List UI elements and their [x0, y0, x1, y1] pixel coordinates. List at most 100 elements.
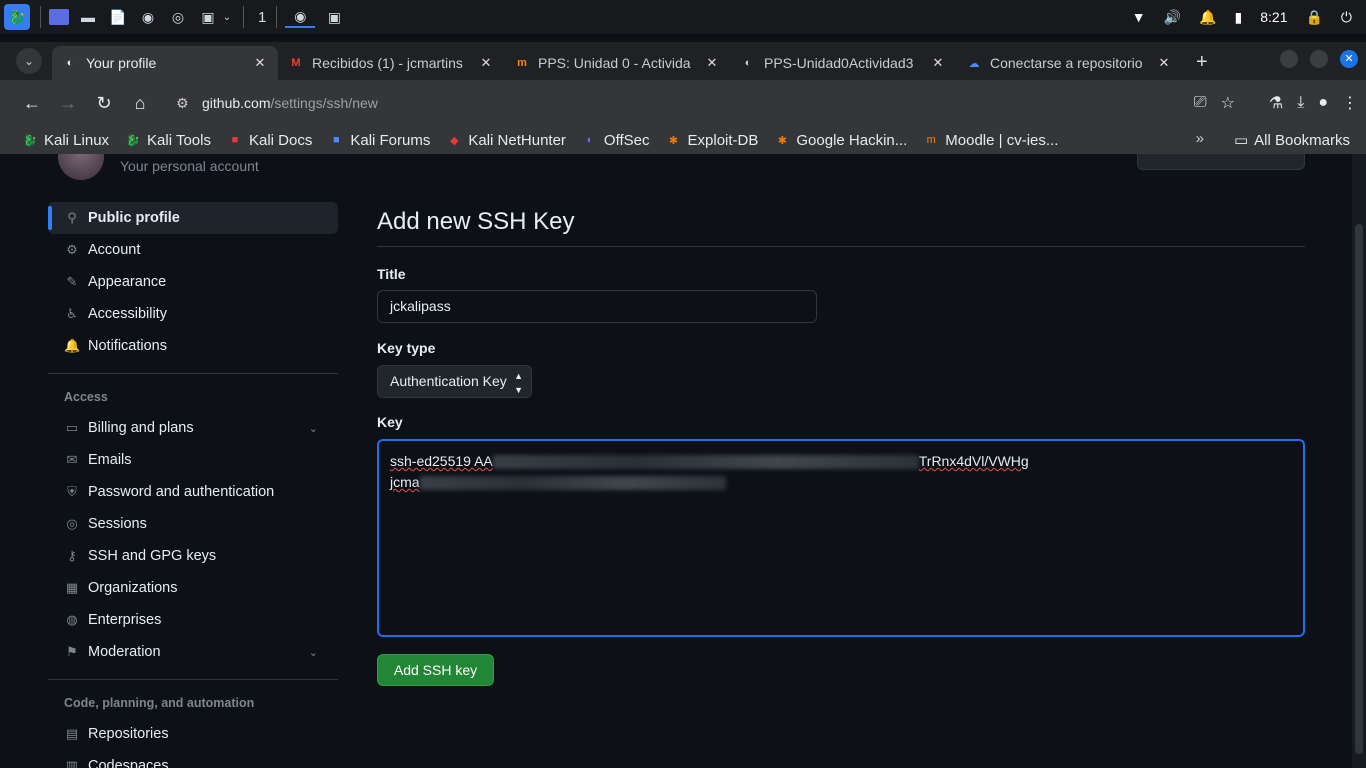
avatar[interactable] — [58, 154, 104, 180]
sidebar-item-account[interactable]: ⚙ Account — [48, 234, 338, 266]
kali-icon: 🐉 — [23, 134, 37, 147]
sidebar-heading-access: Access — [64, 390, 108, 404]
minimize-button[interactable] — [1280, 50, 1298, 68]
sidebar-item-organizations[interactable]: ▦ Organizations — [48, 572, 338, 604]
kali-menu-icon[interactable]: 🐉 — [4, 4, 30, 30]
clock[interactable]: 8:21 — [1260, 9, 1287, 25]
terminal-icon[interactable]: ▣ — [197, 6, 219, 28]
sidebar-item-accessibility[interactable]: ♿ Accessibility — [48, 298, 338, 330]
close-icon[interactable]: ✕ — [704, 55, 720, 71]
chevron-down-icon[interactable]: ⌄ — [309, 422, 318, 435]
bookmark-kali-linux[interactable]: 🐉 Kali Linux — [22, 132, 109, 149]
tab-title: Your profile — [86, 55, 157, 71]
sidebar-item-label: Codespaces — [88, 758, 169, 768]
sidebar-item-password[interactable]: ⛨ Password and authentication — [48, 476, 338, 508]
close-icon[interactable]: ✕ — [478, 55, 494, 71]
kali-forums-icon: ■ — [333, 134, 340, 146]
tab-moodle[interactable]: m PPS: Unidad 0 - Activida ✕ — [504, 46, 730, 80]
all-bookmarks-button[interactable]: ▭ All Bookmarks — [1234, 131, 1350, 150]
codespaces-icon: ▥ — [65, 758, 79, 768]
download-icon[interactable]: ⤓ — [1297, 94, 1304, 112]
close-window-button[interactable]: ✕ — [1340, 50, 1358, 68]
globe-icon: ◍ — [66, 612, 78, 627]
chevron-down-icon[interactable]: ⌄ — [309, 646, 318, 659]
bookmark-google-hacking[interactable]: ✱ Google Hackin... — [774, 132, 908, 149]
tab-gmail[interactable]: M Recibidos (1) - jcmartins ✕ — [278, 46, 504, 80]
sidebar-item-enterprises[interactable]: ◍ Enterprises — [48, 604, 338, 636]
home-button[interactable]: ⌂ — [122, 85, 158, 121]
sidebar-item-billing[interactable]: ▭ Billing and plans ⌄ — [48, 412, 338, 444]
bookmark-exploit-db[interactable]: ✱ Exploit-DB — [666, 132, 758, 149]
key-type-select[interactable]: Authentication Key ▲ ▼ — [377, 365, 532, 398]
terminal-window-icon[interactable]: ▣ — [323, 6, 345, 28]
maximize-button[interactable] — [1310, 50, 1328, 68]
address-bar[interactable]: ⚙ github.com/settings/ssh/new — [164, 86, 1214, 120]
cloud-icon: ☁ — [968, 57, 980, 70]
chromium-window-icon[interactable]: ◉ — [285, 6, 316, 28]
bookmark-star-icon[interactable]: ☆ — [1221, 93, 1235, 113]
volume-icon[interactable]: 🔊 — [1164, 9, 1181, 26]
chevron-down-icon[interactable]: ⌄ — [221, 6, 233, 28]
labs-icon[interactable]: ⚗ — [1269, 93, 1283, 113]
sidebar-item-repositories[interactable]: ▤ Repositories — [48, 718, 338, 750]
install-app-icon[interactable]: ⎚ — [1194, 94, 1207, 112]
bookmark-offsec[interactable]: ◐ OffSec — [582, 132, 650, 149]
tab-github-repo[interactable]: ◐ PPS-Unidad0Actividad3 ✕ — [730, 46, 956, 80]
bookmark-kali-docs[interactable]: ■ Kali Docs — [227, 131, 313, 149]
sidebar-item-notifications[interactable]: 🔔 Notifications — [48, 330, 338, 362]
bookmark-moodle[interactable]: m Moodle | cv-ies... — [923, 131, 1059, 149]
os-taskbar: 🐉 ▬ 📄 ◉ ◎ ▣ ⌄ 1 ◉ ▣ ▼ 🔊 🔔 ▮ 8:21 🔒 ⏻ — [0, 0, 1366, 34]
key-textarea[interactable]: ssh-ed25519 AA TrRnx4dVl/VWHg jcma — [377, 439, 1305, 637]
sidebar-item-label: SSH and GPG keys — [88, 548, 217, 564]
close-icon[interactable]: ✕ — [930, 55, 946, 71]
file-manager-icon[interactable]: ▬ — [77, 6, 99, 28]
title-input[interactable]: jckalipass — [377, 290, 817, 323]
site-info-icon[interactable]: ⚙ — [176, 95, 192, 112]
sidebar-item-emails[interactable]: ✉ Emails — [48, 444, 338, 476]
bookmark-kali-tools[interactable]: 🐉 Kali Tools — [125, 132, 211, 149]
chromium-launcher-icon[interactable]: ◎ — [167, 6, 189, 28]
forward-button[interactable]: → — [50, 85, 86, 121]
sidebar-item-appearance[interactable]: ✎ Appearance — [48, 266, 338, 298]
desktop-icon[interactable] — [49, 9, 69, 25]
bookmark-kali-nethunter[interactable]: ◆ Kali NetHunter — [446, 132, 566, 149]
page-scrollbar[interactable] — [1352, 154, 1366, 768]
text-editor-icon[interactable]: 📄 — [107, 6, 129, 28]
go-to-profile-button[interactable] — [1137, 154, 1305, 170]
menu-kebab-icon[interactable]: ⋮ — [1342, 93, 1358, 113]
sidebar-item-label: Accessibility — [88, 306, 167, 322]
bookmark-label: Moodle | cv-ies... — [945, 131, 1059, 149]
sidebar-item-codespaces[interactable]: ▥ Codespaces — [48, 750, 338, 768]
tab-search-button[interactable]: ⌄ — [16, 48, 42, 74]
workspace-indicator[interactable]: 1 — [258, 9, 266, 26]
tab-title: PPS-Unidad0Actividad3 — [764, 55, 914, 71]
close-icon[interactable]: ✕ — [1156, 55, 1172, 71]
scrollbar-thumb[interactable] — [1355, 224, 1363, 754]
add-ssh-key-button[interactable]: Add SSH key — [377, 654, 494, 686]
bookmark-label: Kali Docs — [248, 131, 313, 149]
system-monitor-icon[interactable]: ◉ — [137, 6, 159, 28]
key-text-end: TrRnx4dVl/VWHg — [918, 453, 1029, 469]
power-icon[interactable]: ⏻ — [1341, 9, 1352, 26]
bookmark-kali-forums[interactable]: ■ Kali Forums — [328, 132, 430, 149]
bell-icon: 🔔 — [64, 338, 81, 353]
bookmark-label: Kali Forums — [350, 131, 431, 149]
sidebar-item-label: Enterprises — [88, 612, 162, 628]
back-button[interactable]: ← — [14, 85, 50, 121]
new-tab-button[interactable]: + — [1196, 51, 1208, 74]
close-icon[interactable]: ✕ — [252, 55, 268, 71]
battery-icon[interactable]: ▮ — [1235, 9, 1243, 26]
more-bookmarks-icon[interactable]: » — [1196, 130, 1204, 147]
wifi-icon[interactable]: ▼ — [1132, 9, 1146, 25]
gear-icon: ⚙ — [66, 242, 78, 257]
tab-your-profile[interactable]: ◐ Your profile ✕ — [52, 46, 278, 80]
sidebar-item-moderation[interactable]: ⚑ Moderation ⌄ — [48, 636, 338, 668]
profile-icon[interactable]: ● — [1318, 94, 1328, 112]
sidebar-item-public-profile[interactable]: ⚲ Public profile — [48, 202, 338, 234]
reload-button[interactable]: ↻ — [86, 85, 122, 121]
bell-icon[interactable]: 🔔 — [1199, 9, 1216, 26]
tab-connect-repo[interactable]: ☁ Conectarse a repositorio ✕ — [956, 46, 1182, 80]
sidebar-item-ssh-gpg[interactable]: ⚷ SSH and GPG keys — [48, 540, 338, 572]
sidebar-item-sessions[interactable]: ◎ Sessions — [48, 508, 338, 540]
lock-icon[interactable]: 🔒 — [1305, 9, 1322, 26]
